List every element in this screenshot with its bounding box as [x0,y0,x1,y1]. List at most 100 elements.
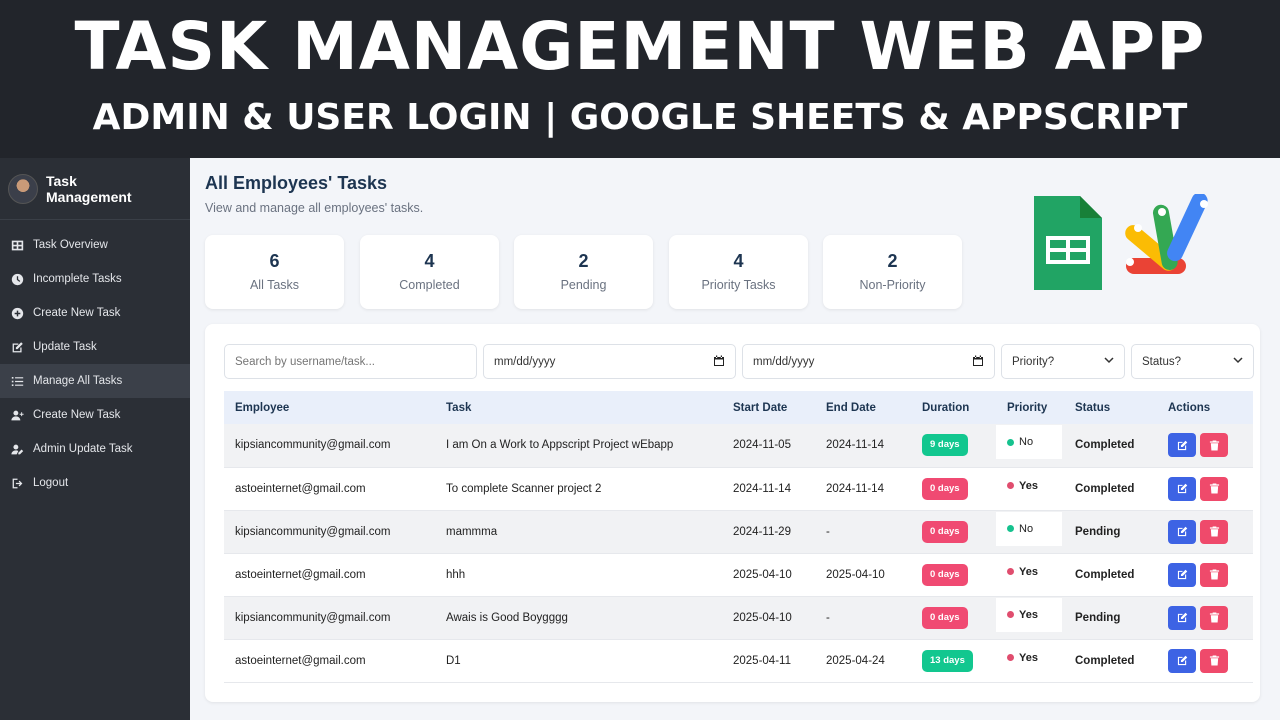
logos [1034,194,1208,290]
priority-indicator: Yes [996,468,1062,503]
edit-icon [1177,440,1187,450]
chevron-down-icon [1233,355,1243,368]
edit-icon [1177,483,1187,494]
priority-dot-icon [1007,654,1014,661]
delete-button[interactable] [1200,476,1228,501]
cell-start-date: 2025-04-10 [733,611,792,624]
table-row: astoeinternet@gmail.com To complete Scan… [224,467,1253,510]
stat-label: Completed [399,278,460,292]
page-subtitle: View and manage all employees' tasks. [205,201,424,215]
column-header: Employee [235,401,290,414]
priority-dot-icon [1007,438,1014,446]
cell-task: I am On a Work to Appscript Project wEba… [446,439,674,452]
cell-task: Awais is Good Boygggg [446,611,568,624]
sidebar-item-create-new-task[interactable]: Create New Task [0,296,190,330]
duration-badge: 0 days [922,477,968,500]
cell-task: To complete Scanner project 2 [446,482,602,495]
delete-button[interactable] [1200,562,1228,587]
user-plus-icon [10,408,24,422]
table-header-row: Employee Task Start Date End Date Durati… [224,391,1253,424]
cell-end-date: 2025-04-10 [826,568,885,581]
edit-button[interactable] [1168,433,1196,458]
cell-end-date: 2024-11-14 [826,439,884,452]
brand-name: Task Management [46,172,132,205]
sidebar-item-label: Admin Update Task [33,443,133,455]
sidebar-item-label: Logout [33,477,69,489]
delete-button[interactable] [1200,433,1228,458]
table-row: astoeinternet@gmail.com hhh 2025-04-10 2… [224,553,1253,596]
cell-employee: astoeinternet@gmail.com [235,654,366,667]
sidebar-item-manage-all-tasks[interactable]: Manage All Tasks [0,364,190,398]
sidebar-item-create-new-task-admin[interactable]: Create New Task [0,398,190,432]
table-row: astoeinternet@gmail.com D1 2025-04-11 20… [224,639,1253,682]
sidebar-item-update-task[interactable]: Update Task [0,330,190,364]
priority-select[interactable]: Priority? [1001,344,1125,379]
sidebar-item-task-overview[interactable]: Task Overview [0,228,190,262]
priority-select-value: Priority? [1012,355,1055,368]
calendar-icon[interactable] [972,355,984,370]
list-icon [10,374,24,388]
stat-card-all-tasks: 6 All Tasks [205,235,344,309]
priority-indicator: No [996,425,1062,460]
cell-end-date: 2025-04-24 [826,654,885,667]
calendar-icon[interactable] [713,355,725,370]
delete-button[interactable] [1200,648,1228,673]
priority-dot-icon [1007,482,1014,489]
status-select-value: Status? [1142,355,1181,368]
cell-status: Completed [1075,654,1135,667]
end-date-filter[interactable]: mm/dd/yyyy [742,344,995,379]
column-header: Actions [1168,401,1211,414]
cell-task: mammma [446,525,498,538]
column-header: Start Date [733,401,788,414]
search-input[interactable] [235,355,466,368]
sidebar: Task Management Task Overview Incomplete… [0,158,190,720]
edit-button[interactable] [1168,476,1196,501]
main-content: All Employees' Tasks View and manage all… [190,158,1280,720]
end-date-value: mm/dd/yyyy [753,355,815,368]
edit-button[interactable] [1168,562,1196,587]
start-date-filter[interactable]: mm/dd/yyyy [483,344,736,379]
duration-badge: 0 days [922,563,968,586]
cell-start-date: 2024-11-29 [733,525,791,538]
search-box[interactable] [224,344,477,379]
start-date-value: mm/dd/yyyy [494,355,556,368]
edit-icon [10,340,24,354]
priority-dot-icon [1007,611,1014,618]
edit-icon [1177,655,1187,666]
sidebar-brand: Task Management [0,158,190,220]
stat-value: 2 [887,251,898,271]
cell-end-date: - [826,611,830,624]
delete-button[interactable] [1200,605,1228,630]
duration-badge: 0 days [922,606,968,629]
stat-value: 4 [424,251,435,271]
table-row: kipsiancommunity@gmail.com I am On a Wor… [224,424,1253,467]
page-title: All Employees' Tasks [205,173,388,193]
cell-task: hhh [446,568,466,581]
stat-card-completed: 4 Completed [360,235,499,309]
banner-subtitle: ADMIN & USER LOGIN | GOOGLE SHEETS & APP… [92,97,1188,138]
status-select[interactable]: Status? [1131,344,1254,379]
trash-icon [1209,483,1219,494]
edit-button[interactable] [1168,648,1196,673]
trash-icon [1209,655,1219,666]
column-header: Priority [1007,401,1048,414]
sidebar-item-label: Create New Task [33,307,121,319]
column-header: Status [1075,401,1111,414]
duration-badge: 0 days [922,520,968,543]
trash-icon [1209,612,1219,623]
edit-button[interactable] [1168,605,1196,630]
cell-status: Completed [1075,482,1135,495]
sidebar-item-incomplete-tasks[interactable]: Incomplete Tasks [0,262,190,296]
tasks-card: mm/dd/yyyy mm/dd/yyyy Priority? Status? … [205,324,1260,702]
cell-employee: kipsiancommunity@gmail.com [235,525,391,538]
delete-button[interactable] [1200,519,1228,544]
sidebar-item-label: Manage All Tasks [33,375,123,387]
column-header: Duration [922,401,970,414]
table-row: kipsiancommunity@gmail.com mammma 2024-1… [224,510,1253,553]
sidebar-item-label: Create New Task [33,409,121,421]
priority-value: Yes [1019,651,1038,664]
sidebar-item-admin-update-task[interactable]: Admin Update Task [0,432,190,466]
sidebar-item-logout[interactable]: Logout [0,466,190,500]
stat-label: Priority Tasks [701,278,776,292]
edit-button[interactable] [1168,519,1196,544]
